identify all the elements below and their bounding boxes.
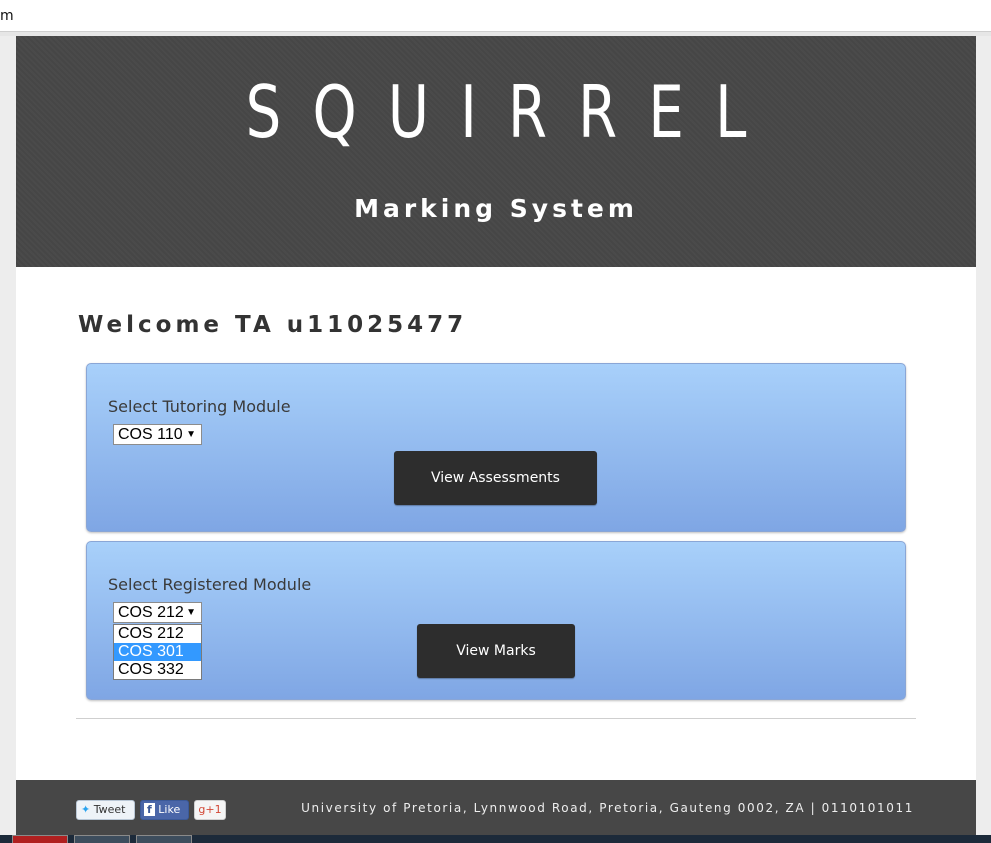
browser-address-bar[interactable]: m bbox=[0, 0, 991, 32]
site-header: SQUIRREL Marking System bbox=[16, 36, 976, 267]
footer-info: University of Pretoria, Lynnwood Road, P… bbox=[301, 801, 914, 815]
divider bbox=[76, 718, 916, 719]
dropdown-option[interactable]: COS 212 bbox=[114, 625, 201, 643]
dropdown-option[interactable]: COS 332 bbox=[114, 661, 201, 679]
registered-module-selected-value: COS 212 bbox=[118, 604, 184, 621]
view-assessments-button[interactable]: View Assessments bbox=[394, 451, 597, 505]
twitter-bird-icon: ✦ bbox=[81, 803, 91, 816]
taskbar-item[interactable] bbox=[74, 835, 130, 843]
registered-module-options: COS 212 COS 301 COS 332 bbox=[113, 624, 202, 680]
tutoring-module-label: Select Tutoring Module bbox=[108, 397, 291, 416]
tweet-button[interactable]: ✦ Tweet bbox=[76, 800, 135, 820]
site-logo: SQUIRREL bbox=[245, 70, 778, 154]
site-tagline: Marking System bbox=[354, 194, 638, 223]
taskbar-item[interactable] bbox=[136, 835, 192, 843]
welcome-heading: Welcome TA u11025477 bbox=[78, 312, 468, 338]
tutoring-module-panel: Select Tutoring Module COS 110 ▼ View As… bbox=[86, 363, 906, 532]
dropdown-option-highlighted[interactable]: COS 301 bbox=[114, 643, 201, 661]
registered-module-select[interactable]: COS 212 ▼ bbox=[113, 602, 202, 623]
like-label: Like bbox=[158, 803, 181, 816]
tweet-label: Tweet bbox=[93, 803, 126, 816]
taskbar-item[interactable] bbox=[12, 835, 68, 843]
page: SQUIRREL Marking System Welcome TA u1102… bbox=[16, 36, 976, 843]
view-marks-button[interactable]: View Marks bbox=[417, 624, 575, 678]
site-footer: ✦ Tweet f Like g+1 University of Pretori… bbox=[16, 780, 976, 843]
tutoring-module-select[interactable]: COS 110 ▼ bbox=[113, 424, 202, 445]
registered-module-label: Select Registered Module bbox=[108, 575, 312, 594]
address-text: m bbox=[0, 8, 14, 24]
gplus-label: g+1 bbox=[198, 803, 222, 816]
facebook-like-button[interactable]: f Like bbox=[140, 800, 189, 820]
tutoring-module-selected-value: COS 110 bbox=[118, 426, 183, 443]
dropdown-arrow-icon: ▼ bbox=[186, 607, 196, 618]
dropdown-arrow-icon: ▼ bbox=[186, 429, 196, 440]
facebook-icon: f bbox=[144, 803, 155, 816]
registered-module-panel: Select Registered Module COS 212 ▼ COS 2… bbox=[86, 541, 906, 700]
google-plus-button[interactable]: g+1 bbox=[194, 800, 226, 820]
